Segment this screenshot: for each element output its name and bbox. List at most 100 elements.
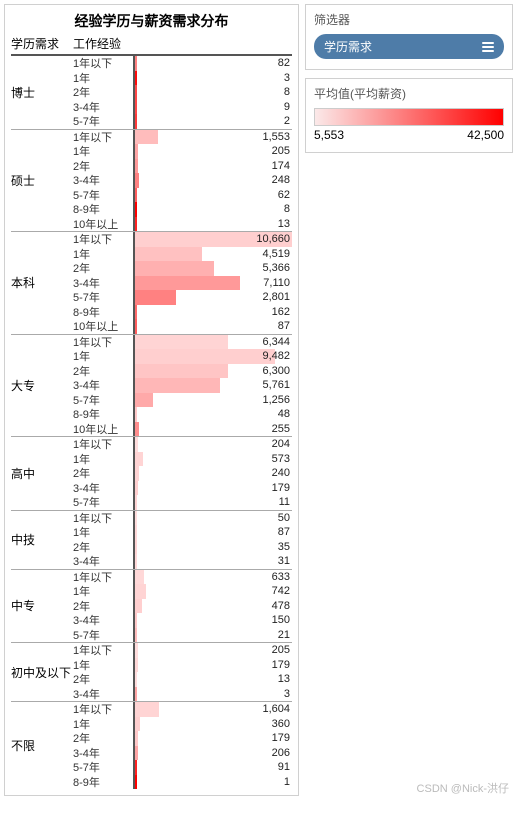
bar	[135, 495, 137, 510]
bar-cell[interactable]: 255	[133, 422, 292, 437]
bar-cell[interactable]: 6,344	[133, 335, 292, 350]
bar-value: 179	[272, 481, 290, 496]
bar-cell[interactable]: 13	[133, 217, 292, 232]
row-experience: 3-4年	[73, 746, 133, 761]
bar-cell[interactable]: 204	[133, 437, 292, 452]
chart-panel: 经验学历与薪资需求分布 学历需求 工作经验 博士1年以下821年32年83-4年…	[4, 4, 299, 796]
bar-cell[interactable]: 82	[133, 56, 292, 71]
bar-cell[interactable]: 10,660	[133, 232, 292, 247]
bar-cell[interactable]: 5,366	[133, 261, 292, 276]
bar-cell[interactable]: 62	[133, 188, 292, 203]
bar-cell[interactable]: 162	[133, 305, 292, 320]
bar-cell[interactable]: 8	[133, 85, 292, 100]
bar-cell[interactable]: 179	[133, 481, 292, 496]
bar-cell[interactable]: 3	[133, 71, 292, 86]
bar	[135, 364, 228, 379]
table-row: 3-4年206	[73, 746, 292, 761]
bar-cell[interactable]: 35	[133, 540, 292, 555]
row-experience: 1年	[73, 247, 133, 262]
bar-cell[interactable]: 248	[133, 173, 292, 188]
bar-cell[interactable]: 179	[133, 731, 292, 746]
bar-cell[interactable]: 87	[133, 525, 292, 540]
bar-cell[interactable]: 4,519	[133, 247, 292, 262]
bar-cell[interactable]: 478	[133, 599, 292, 614]
row-experience: 2年	[73, 85, 133, 100]
bar-cell[interactable]: 1,553	[133, 130, 292, 145]
bar	[135, 144, 138, 159]
filter-pill[interactable]: 学历需求	[314, 34, 504, 59]
table-row: 5-7年2	[73, 114, 292, 129]
bar-cell[interactable]: 9	[133, 100, 292, 115]
bar-cell[interactable]: 742	[133, 584, 292, 599]
bar	[135, 130, 158, 145]
row-experience: 3-4年	[73, 276, 133, 291]
table-row: 5-7年2,801	[73, 290, 292, 305]
table-row: 1年742	[73, 584, 292, 599]
bar-cell[interactable]: 91	[133, 760, 292, 775]
table-row: 1年3	[73, 71, 292, 86]
bar-cell[interactable]: 21	[133, 628, 292, 643]
bar-value: 1,604	[262, 702, 290, 717]
row-experience: 5-7年	[73, 290, 133, 305]
bar	[135, 481, 138, 496]
bar	[135, 643, 138, 658]
bar-value: 62	[278, 188, 290, 203]
bar-cell[interactable]: 3	[133, 687, 292, 702]
bar-cell[interactable]: 2	[133, 114, 292, 129]
bar	[135, 100, 137, 115]
bar-value: 21	[278, 628, 290, 643]
bar-cell[interactable]: 240	[133, 466, 292, 481]
table-row: 1年9,482	[73, 349, 292, 364]
bar-cell[interactable]: 174	[133, 159, 292, 174]
bar-cell[interactable]: 50	[133, 511, 292, 526]
bar-cell[interactable]: 9,482	[133, 349, 292, 364]
bar-cell[interactable]: 179	[133, 658, 292, 673]
table-row: 10年以上87	[73, 319, 292, 334]
bar-cell[interactable]: 5,761	[133, 378, 292, 393]
bar-cell[interactable]: 360	[133, 717, 292, 732]
row-experience: 1年	[73, 349, 133, 364]
bar-cell[interactable]: 8	[133, 202, 292, 217]
row-experience: 1年以下	[73, 130, 133, 145]
bar-cell[interactable]: 31	[133, 554, 292, 569]
table-row: 2年 8	[73, 85, 292, 100]
bar-value: 179	[272, 731, 290, 746]
row-experience: 3-4年	[73, 173, 133, 188]
bar-cell[interactable]: 206	[133, 746, 292, 761]
bar-cell[interactable]: 1	[133, 775, 292, 790]
bar-value: 3	[284, 687, 290, 702]
bar-cell[interactable]: 11	[133, 495, 292, 510]
bar-cell[interactable]: 7,110	[133, 276, 292, 291]
bar-value: 1,256	[262, 393, 290, 408]
row-experience: 5-7年	[73, 495, 133, 510]
row-experience: 5-7年	[73, 760, 133, 775]
bar-cell[interactable]: 205	[133, 144, 292, 159]
bar-cell[interactable]: 150	[133, 613, 292, 628]
bar-cell[interactable]: 87	[133, 319, 292, 334]
bar	[135, 173, 139, 188]
bar-cell[interactable]: 633	[133, 570, 292, 585]
bar	[135, 760, 137, 775]
bar-cell[interactable]: 48	[133, 407, 292, 422]
bar-value: 82	[278, 56, 290, 71]
bar-value: 4,519	[262, 247, 290, 262]
bar-cell[interactable]: 2,801	[133, 290, 292, 305]
bar-cell[interactable]: 1,256	[133, 393, 292, 408]
table-row: 10年以上255	[73, 422, 292, 437]
bar-cell[interactable]: 573	[133, 452, 292, 467]
bar-value: 8	[284, 85, 290, 100]
bar	[135, 56, 137, 71]
bar-cell[interactable]: 1,604	[133, 702, 292, 717]
bar	[135, 71, 137, 86]
row-experience: 1年以下	[73, 56, 133, 71]
bar-cell[interactable]: 6,300	[133, 364, 292, 379]
table-row: 1年以下10,660	[73, 232, 292, 247]
bar	[135, 319, 137, 334]
bar-cell[interactable]: 205	[133, 643, 292, 658]
bar-value: 248	[272, 173, 290, 188]
bar-value: 204	[272, 437, 290, 452]
bar-cell[interactable]: 13	[133, 672, 292, 687]
table-row: 2年174	[73, 159, 292, 174]
table-row: 1年573	[73, 452, 292, 467]
row-experience: 1年以下	[73, 232, 133, 247]
